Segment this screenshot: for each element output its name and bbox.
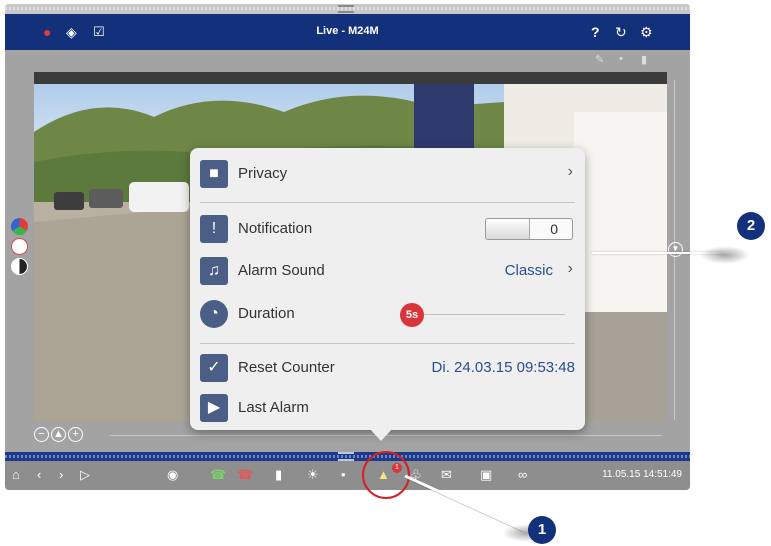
contrast-icon[interactable]	[11, 258, 28, 275]
duration-slider-knob[interactable]: 5s	[400, 303, 424, 327]
exclamation-icon: !	[200, 215, 228, 243]
phone-hangup-icon[interactable]: ☎	[237, 467, 253, 483]
help-icon[interactable]: ?	[591, 24, 600, 40]
alarm-sound-label: Alarm Sound	[238, 262, 325, 279]
notification-toggle-value: 0	[550, 221, 558, 237]
notification-label: Notification	[238, 220, 313, 237]
speaker-icon[interactable]: ▼	[668, 242, 683, 257]
divider	[200, 343, 575, 344]
duration-label: Duration	[238, 305, 295, 322]
gear-icon[interactable]: ⚙	[640, 24, 653, 40]
row-privacy[interactable]: ■ Privacy ›	[200, 156, 575, 192]
music-note-icon: ♫	[200, 257, 228, 285]
notification-toggle[interactable]: 0	[485, 218, 573, 240]
person-icon[interactable]: •	[619, 53, 623, 65]
reset-counter-value: Di. 24.03.15 09:53:48	[431, 359, 575, 376]
toolbar-datetime: 11.05.15 14:51:49	[602, 469, 682, 480]
sub-toolbar: ✎ • ▮	[5, 50, 690, 70]
popup-arrow	[369, 428, 393, 441]
phone-accept-icon[interactable]: ☎	[210, 467, 226, 483]
row-reset-counter[interactable]: ✓ Reset Counter Di. 24.03.15 09:53:48	[200, 350, 575, 386]
forward-icon[interactable]: ›	[59, 467, 63, 483]
window-title: Live - M24M	[316, 25, 379, 37]
top-drag-strip[interactable]	[5, 4, 690, 14]
checkmark-icon: ✓	[200, 354, 228, 382]
alarm-sound-value: Classic	[504, 262, 553, 279]
row-alarm-sound[interactable]: ♫ Alarm Sound Classic ›	[200, 253, 575, 289]
reset-counter-label: Reset Counter	[238, 359, 335, 376]
callout-number-1: 1	[528, 516, 556, 544]
landscape-icon[interactable]: ▲	[51, 427, 66, 442]
duration-slider-track[interactable]	[418, 314, 565, 315]
row-last-alarm[interactable]: ▶ Last Alarm	[200, 390, 575, 426]
callout-halo-2	[700, 246, 750, 264]
player-icon[interactable]: ▷	[80, 467, 90, 483]
callout-number-2: 2	[737, 212, 765, 240]
pen-icon[interactable]: ✎	[595, 53, 604, 66]
phone-icon[interactable]: ▮	[641, 53, 647, 66]
play-icon: ▶	[200, 394, 228, 422]
lock-icon: ■	[200, 160, 228, 188]
bottom-toolbar: ⌂ ‹ › ▷ ◉ ☎ ☎ ▮ ☀ • ▲ ♧ ✉ ▣ ∞ 11.05.15 1…	[5, 461, 690, 490]
title-bar: ● ◈ ☑ Live - M24M ? ↻ ⚙	[5, 14, 690, 50]
chevron-right-icon: ›	[567, 163, 573, 180]
zoom-in-icon[interactable]: +	[68, 427, 83, 442]
light-icon[interactable]: ☀	[307, 467, 319, 483]
row-notification: ! Notification 0	[200, 211, 575, 247]
chevron-right-icon: ›	[567, 260, 573, 277]
reload-icon[interactable]: ↻	[615, 24, 627, 40]
clock-icon: ◔	[200, 300, 228, 328]
last-alarm-label: Last Alarm	[238, 399, 309, 416]
brightness-icon[interactable]	[11, 238, 28, 255]
divider	[200, 202, 575, 203]
thermometer-icon[interactable]: •	[341, 467, 346, 483]
home-icon[interactable]: ⌂	[12, 467, 20, 483]
bottom-drag-strip[interactable]	[5, 452, 690, 461]
alarm-popup: ■ Privacy › ! Notification 0 ♫ Alarm Sou…	[190, 148, 585, 430]
zoom-out-icon[interactable]: −	[34, 427, 49, 442]
back-icon[interactable]: ‹	[37, 467, 41, 483]
door-bell-icon[interactable]: ◉	[167, 467, 178, 483]
zoom-controls: − ▲ +	[34, 427, 83, 442]
row-duration: ◔ Duration 5s	[200, 296, 575, 332]
privacy-label: Privacy	[238, 165, 288, 182]
door-icon[interactable]: ▮	[275, 467, 282, 483]
color-icon[interactable]	[11, 218, 28, 235]
